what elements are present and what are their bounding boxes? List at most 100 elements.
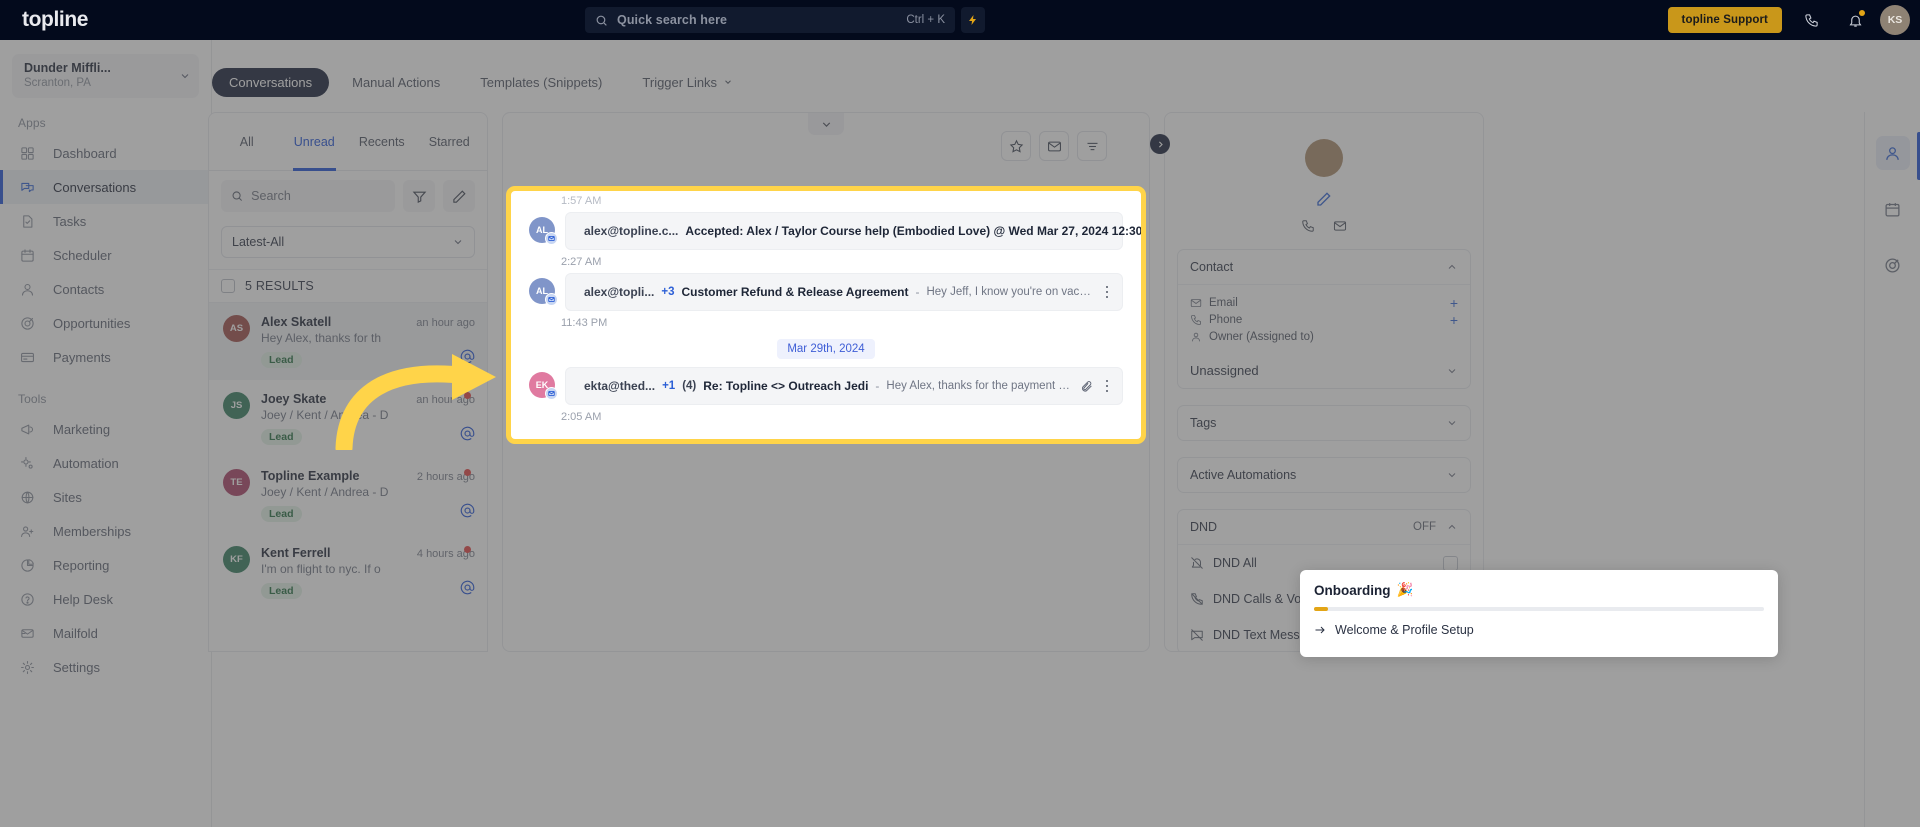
location-selector[interactable]: Dunder Miffli... Scranton, PA xyxy=(12,54,199,98)
contact-name: Alex Skatell xyxy=(261,315,332,329)
section-header[interactable]: Tags xyxy=(1178,406,1470,440)
phone-icon[interactable] xyxy=(1301,219,1315,233)
dnd-state-wrap: OFF xyxy=(1413,521,1458,533)
sidebar-item-tasks[interactable]: Tasks xyxy=(0,204,211,238)
onboarding-step-item[interactable]: Welcome & Profile Setup xyxy=(1300,611,1778,637)
conv-filter-all[interactable]: All xyxy=(213,113,281,171)
calendar-icon xyxy=(1885,202,1900,217)
dnd-section-header[interactable]: DND OFF xyxy=(1178,510,1470,544)
quick-actions-button[interactable] xyxy=(961,7,985,33)
contact-field: Phone + xyxy=(1190,311,1458,328)
sidebar-item-marketing[interactable]: Marketing xyxy=(0,412,211,446)
sidebar-item-conversations[interactable]: Conversations xyxy=(0,170,211,204)
rail-opportunities-tab[interactable] xyxy=(1876,248,1910,282)
mention-icon[interactable] xyxy=(460,349,475,364)
page-tabs: Conversations Manual Actions Templates (Sn… xyxy=(212,62,1920,102)
mention-icon[interactable] xyxy=(460,426,475,441)
sidebar-item-label: Dashboard xyxy=(53,145,117,161)
section-toggle[interactable] xyxy=(1446,261,1458,273)
conv-filter-unread[interactable]: Unread xyxy=(281,113,349,171)
onboarding-progress-fill xyxy=(1314,607,1328,611)
sidebar-item-label: Reporting xyxy=(53,557,110,573)
section-title: Active Automations xyxy=(1190,468,1297,482)
message-row: AL alex@topli... +3 Customer Refund & Relea… xyxy=(529,273,1123,311)
tab-label: Trigger Links xyxy=(642,74,718,90)
conversation-list-item[interactable]: JS Joey Skate an hour ago Joey / Kent / And… xyxy=(209,380,487,457)
add-field-button[interactable]: + xyxy=(1450,313,1458,327)
results-header: 5 RESULTS xyxy=(209,269,487,303)
sidebar-item-dashboard[interactable]: Dashboard xyxy=(0,136,211,170)
sidebar-item-payments[interactable]: Payments xyxy=(0,340,211,374)
rail-calendar-tab[interactable] xyxy=(1876,192,1910,226)
conversation-list-item[interactable]: TE Topline Example 2 hours ago Joey / Kent … xyxy=(209,457,487,534)
collapsed-section: Tags xyxy=(1177,405,1471,441)
piechart-icon xyxy=(20,558,34,572)
owner-value[interactable]: Unassigned xyxy=(1178,355,1470,388)
contact-section-header[interactable]: Contact xyxy=(1178,250,1470,284)
compose-button[interactable] xyxy=(443,180,475,212)
section-header[interactable]: Active Automations xyxy=(1178,458,1470,492)
sidebar-item-opportunities[interactable]: Opportunities xyxy=(0,306,211,340)
message-menu-button[interactable] xyxy=(1100,285,1114,299)
message-bubble[interactable]: alex@topli... +3 Customer Refund & Release… xyxy=(565,273,1123,311)
tab-conversations[interactable]: Conversations xyxy=(212,67,330,97)
mention-icon[interactable] xyxy=(460,503,475,518)
edit-pencil-icon[interactable] xyxy=(1316,191,1332,207)
party-popper-icon: 🎉 xyxy=(1396,582,1414,597)
section-toggle[interactable] xyxy=(1446,469,1458,481)
global-search-input[interactable] xyxy=(617,13,907,27)
message-bubble[interactable]: ekta@thed... +1 (4) Re: Topline <> Outreach… xyxy=(565,367,1123,405)
avatar: AS xyxy=(223,315,250,342)
sidebar-item-label: Contacts xyxy=(53,281,105,297)
message-bubble[interactable]: alex@topline.c... Accepted: Alex / Taylor… xyxy=(565,212,1141,250)
mark-unread-button[interactable] xyxy=(1039,131,1069,161)
user-avatar[interactable]: KS xyxy=(1880,5,1910,35)
add-field-button[interactable]: + xyxy=(1450,296,1458,310)
filter-button[interactable] xyxy=(403,180,435,212)
rail-contact-tab[interactable] xyxy=(1875,136,1910,170)
sort-select[interactable]: Latest-All xyxy=(221,226,475,258)
attachment-icon[interactable] xyxy=(1080,380,1093,393)
dnd-checkbox[interactable] xyxy=(1443,555,1458,571)
right-icon-rail xyxy=(1864,112,1920,827)
sidebar-item-memberships[interactable]: Memberships xyxy=(0,514,211,548)
panel-expand-button[interactable] xyxy=(1150,134,1170,154)
status-badge: Lead xyxy=(261,506,302,522)
sidebar-item-contacts[interactable]: Contacts xyxy=(0,272,211,306)
conversation-list-item[interactable]: KF Kent Ferrell 4 hours ago I'm on flight t… xyxy=(209,534,487,611)
star-button[interactable] xyxy=(1001,131,1031,161)
sidebar-item-sites[interactable]: Sites xyxy=(0,480,211,514)
contact-avatar xyxy=(1305,139,1343,177)
conv-filter-starred[interactable]: Starred xyxy=(416,113,484,171)
sidebar-item-settings[interactable]: Settings xyxy=(0,650,211,684)
mention-icon[interactable] xyxy=(460,580,475,595)
message-avatar: EK xyxy=(529,372,558,400)
envelope-icon[interactable] xyxy=(1333,219,1347,233)
sidebar-item-label: Automation xyxy=(53,455,119,471)
sidebar-item-scheduler[interactable]: Scheduler xyxy=(0,238,211,272)
tab-trigger-links[interactable]: Trigger Links xyxy=(625,68,750,97)
sidebar-item-automation[interactable]: Automation xyxy=(0,446,211,480)
message-menu-button[interactable] xyxy=(1100,379,1114,393)
select-all-checkbox[interactable] xyxy=(221,279,235,293)
conv-filter-recents[interactable]: Recents xyxy=(348,113,416,171)
sidebar-nav: Apps Dashboard Conversations Tasks Scheduler… xyxy=(0,116,211,684)
status-badge: Lead xyxy=(261,352,302,368)
tab-manual-actions[interactable]: Manual Actions xyxy=(335,68,457,97)
sidebar-item-help-desk[interactable]: Help Desk xyxy=(0,582,211,616)
conversation-list-item[interactable]: AS Alex Skatell an hour ago Hey Alex, thank… xyxy=(209,303,487,380)
sidebar-item-mailfold[interactable]: Mailfold xyxy=(0,616,211,650)
sidebar-item-reporting[interactable]: Reporting xyxy=(0,548,211,582)
global-search[interactable]: Ctrl + K xyxy=(585,7,955,33)
mailfold-icon xyxy=(20,628,34,638)
search-input[interactable] xyxy=(251,189,385,203)
thread-collapse-toggle[interactable] xyxy=(808,113,844,135)
conversation-search-row xyxy=(209,171,487,216)
tab-templates-snippets-[interactable]: Templates (Snippets) xyxy=(463,68,619,97)
contact-quick-actions xyxy=(1165,219,1483,233)
message-avatar: AL xyxy=(529,217,558,245)
section-toggle[interactable] xyxy=(1446,417,1458,429)
conversation-preview: I'm on flight to nyc. If o xyxy=(261,562,381,576)
thread-filter-button[interactable] xyxy=(1077,131,1107,161)
search-box[interactable] xyxy=(221,180,395,212)
